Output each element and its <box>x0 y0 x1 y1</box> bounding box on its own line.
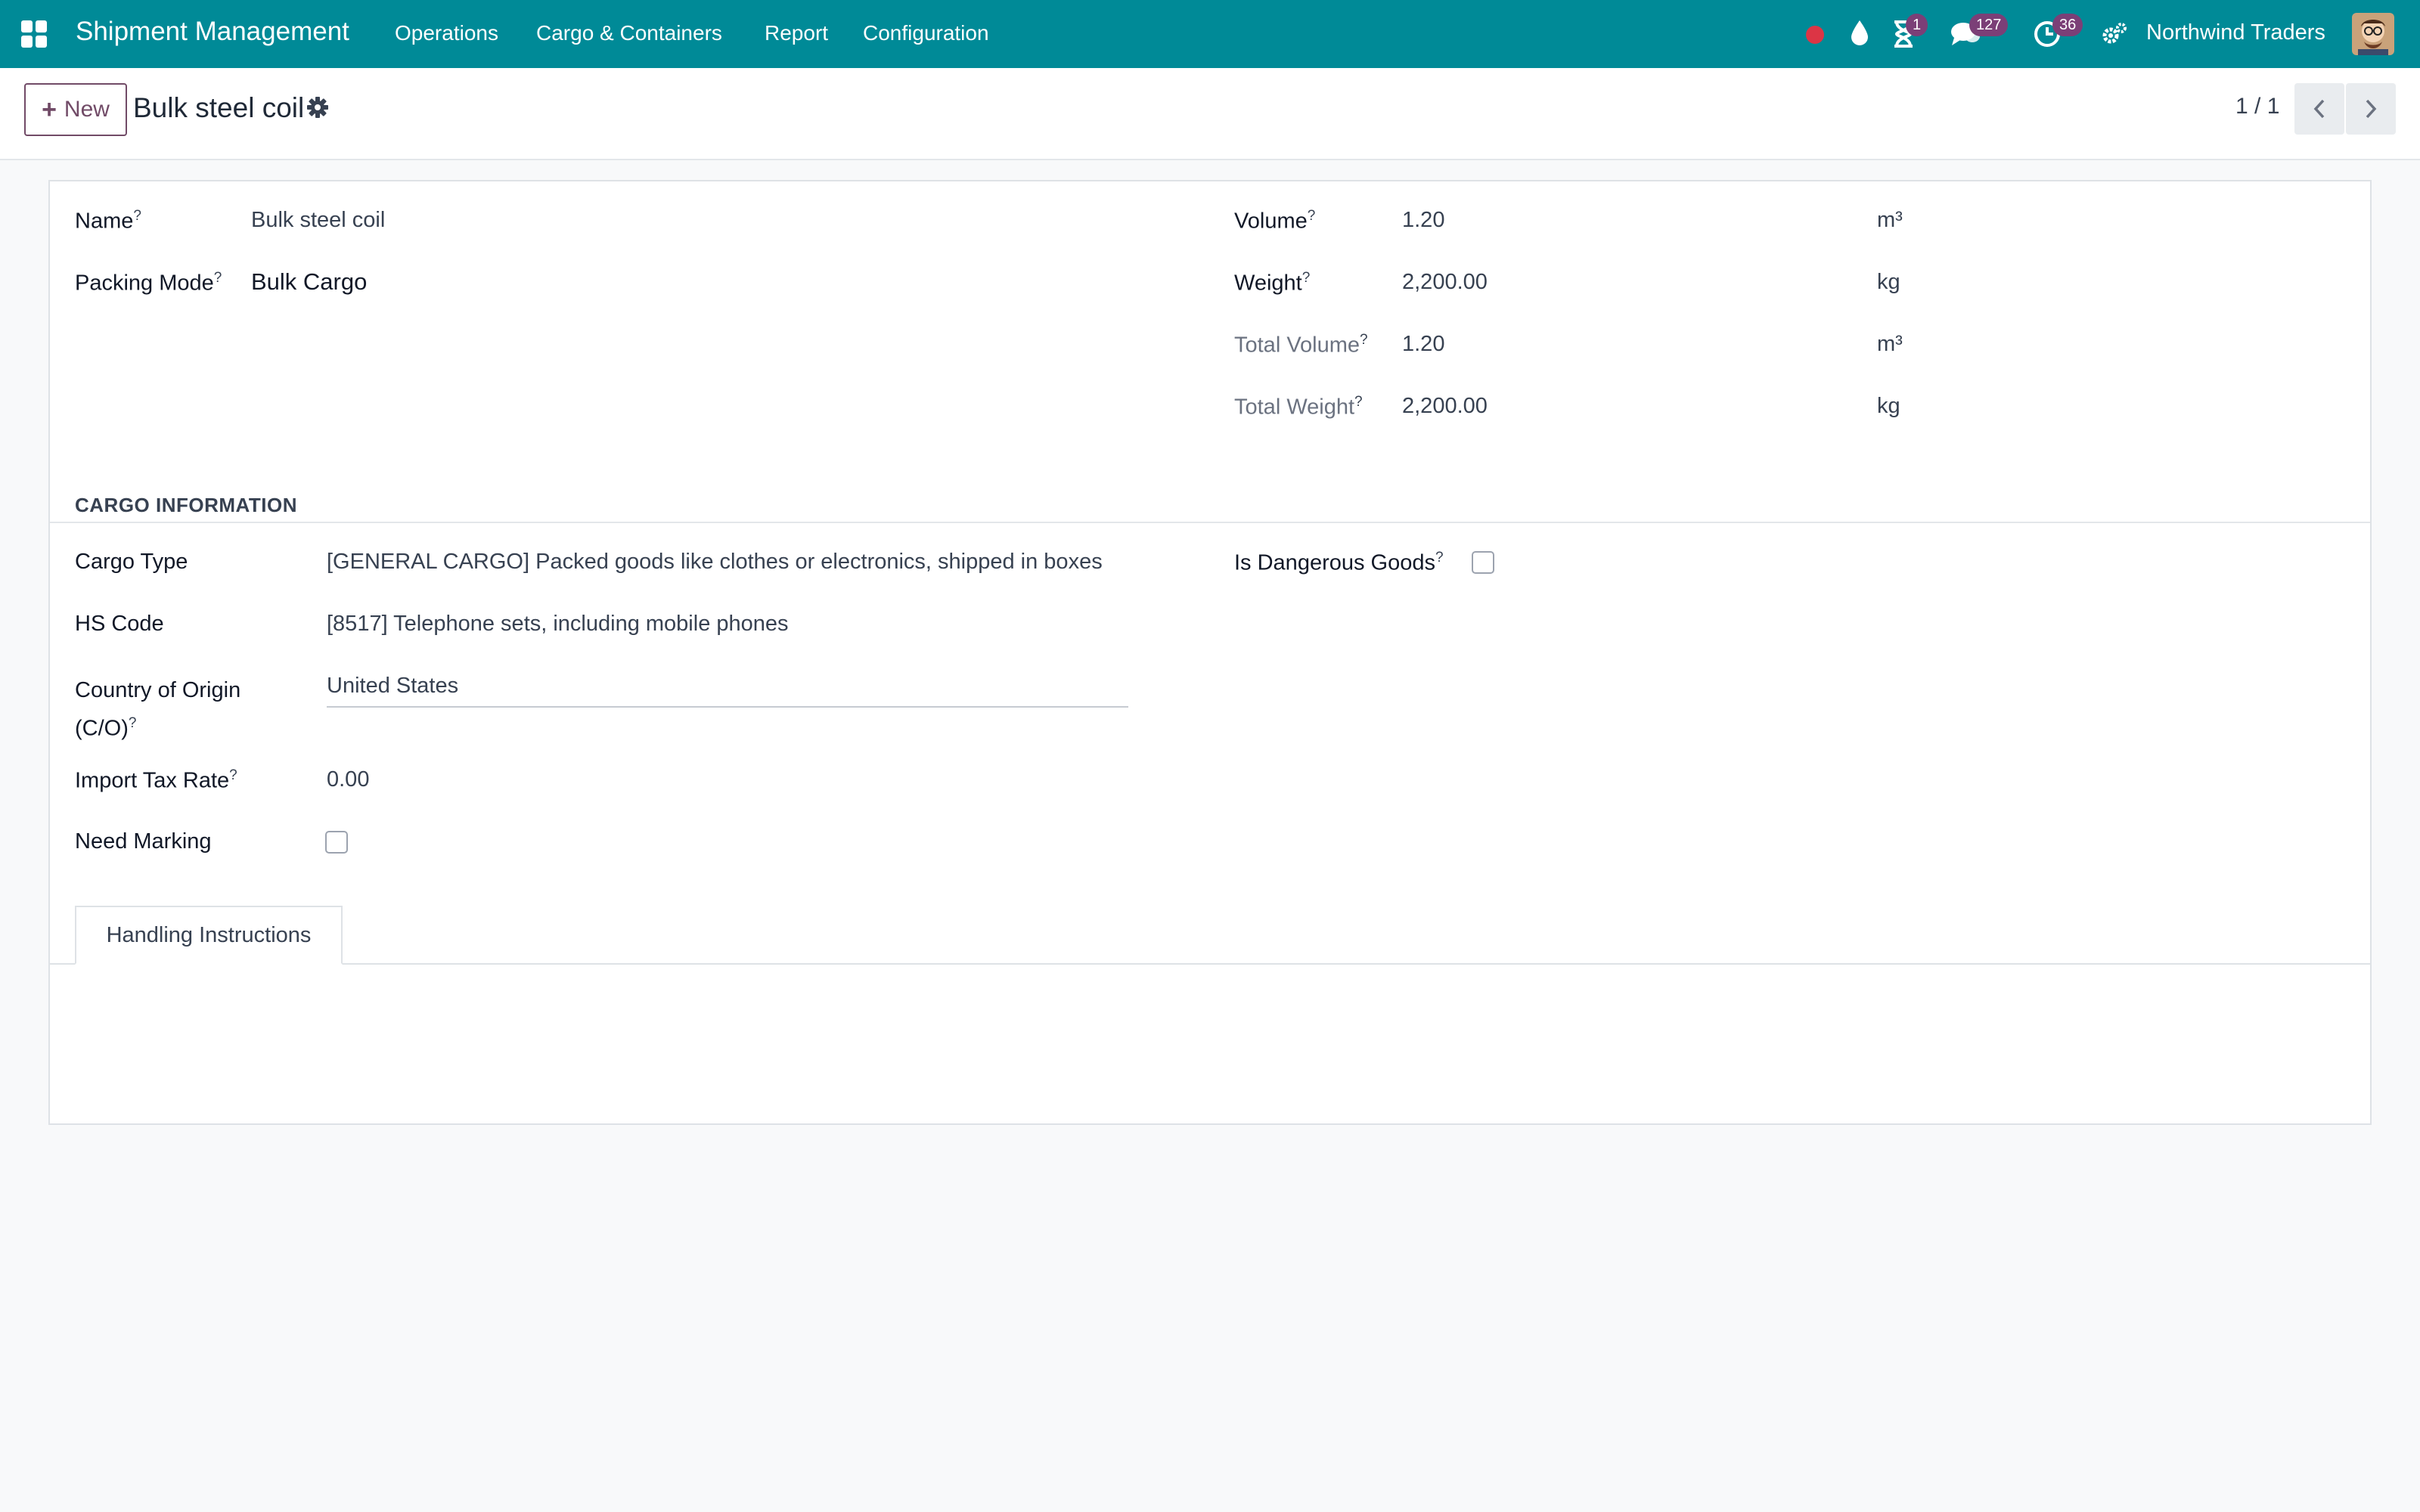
help-icon: ? <box>1360 332 1368 348</box>
total-volume-unit: m³ <box>1877 332 1903 356</box>
volume-label: Volume? <box>1234 208 1316 234</box>
dangerous-goods-label: Is Dangerous Goods? <box>1234 550 1444 575</box>
hs-code-field[interactable]: [8517] Telephone sets, including mobile … <box>327 612 789 637</box>
handling-instructions-content[interactable] <box>50 965 2370 1123</box>
menu-operations[interactable]: Operations <box>395 21 498 45</box>
section-title-cargo-information: CARGO INFORMATION <box>75 494 297 516</box>
new-button-label: New <box>64 97 110 122</box>
cargo-type-label: Cargo Type <box>75 550 188 574</box>
activity-count-badge: 1 <box>1906 14 1928 36</box>
country-input-underline <box>327 706 1128 708</box>
messages-count-badge: 127 <box>1969 14 2009 36</box>
help-icon: ? <box>213 270 222 286</box>
new-button[interactable]: + New <box>24 83 127 136</box>
weight-unit: kg <box>1877 270 1900 294</box>
user-avatar[interactable] <box>2352 13 2394 55</box>
help-icon: ? <box>229 767 237 783</box>
weight-field[interactable]: 2,200.00 <box>1402 270 1488 295</box>
help-icon: ? <box>1354 394 1363 410</box>
name-label: Name? <box>75 208 141 234</box>
help-icon: ? <box>133 208 141 224</box>
app-name[interactable]: Shipment Management <box>76 17 349 47</box>
top-navbar: Shipment Management Operations Cargo & C… <box>0 0 2420 68</box>
need-marking-checkbox[interactable] <box>325 831 348 854</box>
hs-code-label: HS Code <box>75 612 164 636</box>
dangerous-goods-checkbox[interactable] <box>1472 551 1494 574</box>
total-weight-value: 2,200.00 <box>1402 394 1488 418</box>
menu-report[interactable]: Report <box>765 21 828 45</box>
pager-value[interactable]: 1 / 1 <box>2235 94 2279 119</box>
volume-unit: m³ <box>1877 208 1903 232</box>
country-of-origin-input[interactable]: United States <box>327 674 458 699</box>
apps-menu-icon[interactable] <box>21 20 48 48</box>
need-marking-label: Need Marking <box>75 829 212 854</box>
settings-gears-icon[interactable] <box>2101 21 2128 51</box>
control-panel: + New Bulk steel coil 1 / 1 <box>0 68 2420 160</box>
section-divider <box>50 522 2370 523</box>
chevron-left-icon <box>2313 99 2325 119</box>
import-tax-rate-label: Import Tax Rate? <box>75 767 237 793</box>
packing-mode-label: Packing Mode? <box>75 270 222 296</box>
help-icon: ? <box>1435 550 1444 565</box>
weight-label: Weight? <box>1234 270 1311 296</box>
pager-next-button[interactable] <box>2346 83 2396 135</box>
drop-icon[interactable] <box>1848 18 1871 52</box>
gear-icon[interactable] <box>306 95 330 123</box>
plus-icon: + <box>42 94 57 124</box>
help-icon: ? <box>128 715 137 731</box>
name-field[interactable]: Bulk steel coil <box>251 208 385 233</box>
chevron-right-icon <box>2366 99 2377 119</box>
pager-previous-button[interactable] <box>2294 83 2344 135</box>
tab-handling-instructions[interactable]: Handling Instructions <box>75 906 343 965</box>
record-dot-icon[interactable] <box>1804 24 1826 49</box>
cargo-type-field[interactable]: [GENERAL CARGO] Packed goods like clothe… <box>327 550 1121 575</box>
company-switcher[interactable]: Northwind Traders <box>2146 20 2325 45</box>
total-weight-label: Total Weight? <box>1234 394 1363 420</box>
total-volume-value: 1.20 <box>1402 332 1445 356</box>
total-volume-label: Total Volume? <box>1234 332 1368 358</box>
help-icon: ? <box>1307 208 1316 224</box>
breadcrumb-record-title: Bulk steel coil <box>133 92 305 123</box>
import-tax-rate-field[interactable]: 0.00 <box>327 767 369 792</box>
country-of-origin-label: Country of Origin (C/O)? <box>75 678 241 741</box>
menu-cargo-containers[interactable]: Cargo & Containers <box>536 21 722 45</box>
clock-count-badge: 36 <box>2052 14 2083 36</box>
form-sheet: Name? Bulk steel coil Packing Mode? Bulk… <box>48 180 2372 1125</box>
menu-configuration[interactable]: Configuration <box>863 21 989 45</box>
total-weight-unit: kg <box>1877 394 1900 418</box>
packing-mode-field[interactable]: Bulk Cargo <box>251 268 367 296</box>
volume-field[interactable]: 1.20 <box>1402 208 1444 233</box>
help-icon: ? <box>1302 270 1311 286</box>
